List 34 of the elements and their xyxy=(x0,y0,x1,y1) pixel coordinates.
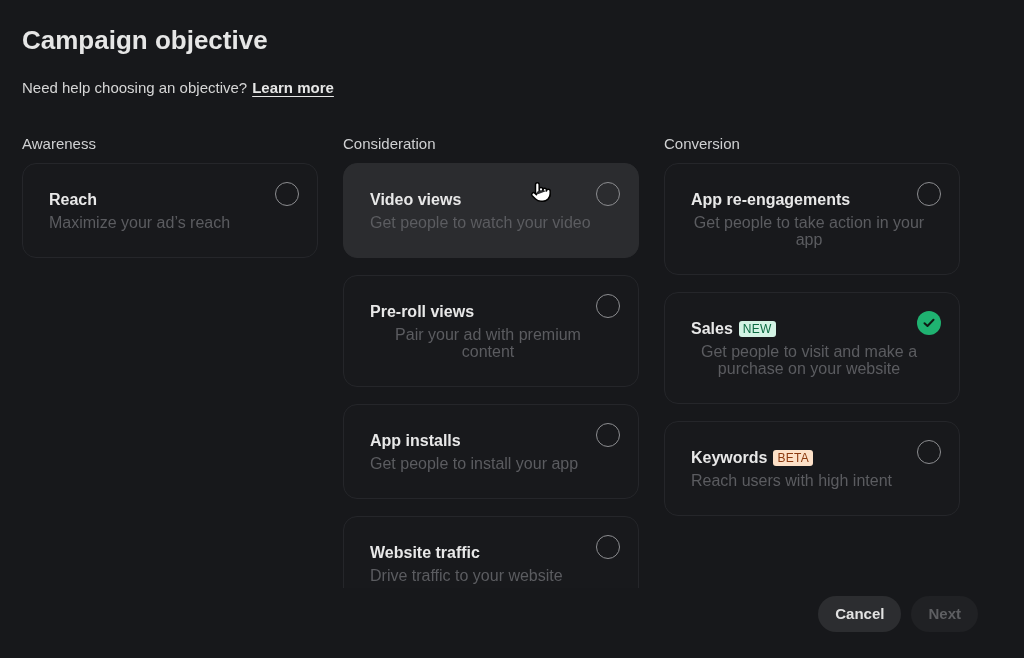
objective-title: Keywords xyxy=(691,448,768,468)
objective-description: Get people to visit and make a purchase on your website xyxy=(699,343,919,377)
objective-card[interactable]: Reach Maximize your ad’s reach xyxy=(22,163,318,258)
objective-card[interactable]: App re-engagements Get people to take action in your app xyxy=(664,163,960,275)
objective-description: Drive traffic to your website xyxy=(370,567,563,584)
dialog-button[interactable]: Cancel xyxy=(818,596,902,632)
objective-card[interactable]: Keywords BETA Reach users with high intent xyxy=(664,421,960,516)
radio-button[interactable] xyxy=(917,311,941,335)
objective-description: Maximize your ad’s reach xyxy=(49,214,231,231)
objective-description: Get people to install your app xyxy=(370,455,579,472)
objective-card[interactable]: Website traffic Drive traffic to your website xyxy=(343,516,639,588)
objective-title: Pre-roll views xyxy=(370,302,475,322)
objective-title: App installs xyxy=(370,431,461,451)
objective-description: Get people to take action in your app xyxy=(692,214,926,248)
status-badge: NEW xyxy=(738,321,776,337)
column-heading: Conversion xyxy=(664,134,740,154)
objective-description: Reach users with high intent xyxy=(691,472,892,489)
objective-title: Website traffic xyxy=(370,543,480,563)
learn-more-link[interactable]: Learn more xyxy=(252,78,334,98)
objective-card[interactable]: Sales NEW Get people to visit and make a purchase on your website xyxy=(664,292,960,404)
objective-title: Reach xyxy=(49,190,98,210)
status-badge: BETA xyxy=(773,450,814,466)
column-heading: Awareness xyxy=(22,134,96,154)
objective-title: Video views xyxy=(370,190,462,210)
objective-card[interactable]: Pre-roll views Pair your ad with premium content xyxy=(343,275,639,387)
objective-title: Sales xyxy=(691,319,733,339)
check-icon xyxy=(923,318,935,328)
objective-card[interactable]: App installs Get people to install your app xyxy=(343,404,639,499)
page-title: Campaign objective xyxy=(22,24,268,56)
objective-description: Pair your ad with premium content xyxy=(394,326,582,360)
help-text: Need help choosing an objective? xyxy=(22,78,248,98)
hand-cursor-icon xyxy=(530,180,552,204)
objective-title: App re-engagements xyxy=(691,190,851,210)
column-heading: Consideration xyxy=(343,134,436,154)
